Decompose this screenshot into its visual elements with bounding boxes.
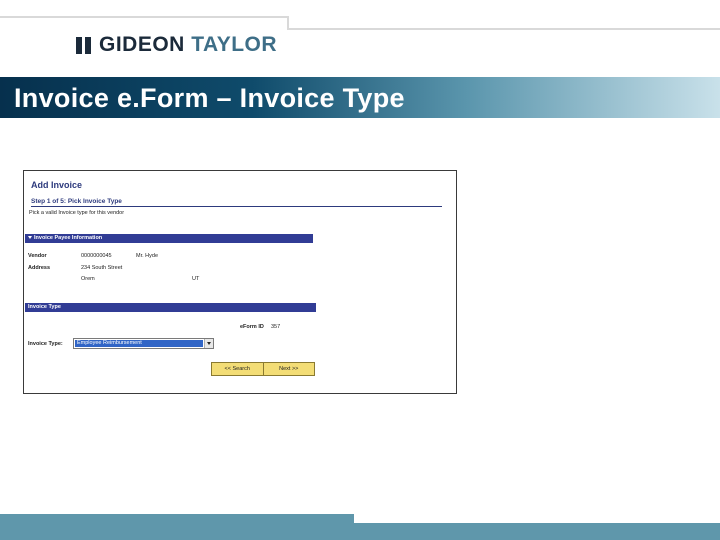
top-line-left xyxy=(0,16,288,18)
vendor-id: 0000000045 xyxy=(81,253,112,259)
logo-text: GIDEON TAYLOR xyxy=(99,33,278,56)
search-button[interactable]: << Search xyxy=(212,363,263,375)
dropdown-arrow-icon[interactable] xyxy=(204,339,213,348)
invoice-type-select[interactable]: Employee Reimbursement xyxy=(73,338,214,349)
footer-bar-right xyxy=(354,523,720,540)
slide-title-bar: Invoice e.Form – Invoice Type xyxy=(0,77,720,118)
invoice-type-label: Invoice Type: xyxy=(28,341,63,347)
payee-section-header[interactable]: Invoice Payee Information xyxy=(25,234,313,243)
address-label: Address xyxy=(28,265,51,271)
invoice-type-selected: Employee Reimbursement xyxy=(75,340,203,347)
collapse-triangle-icon xyxy=(28,236,32,240)
payee-section-title: Invoice Payee Information xyxy=(34,235,103,241)
slide-title: Invoice e.Form – Invoice Type xyxy=(14,83,405,113)
eform-id-label: eForm ID xyxy=(240,324,264,330)
eform-id-value: 357 xyxy=(271,324,281,330)
vendor-name: Mr. Hyde xyxy=(136,253,159,259)
screenshot-frame: Add Invoice Step 1 of 5: Pick Invoice Ty… xyxy=(23,170,457,394)
next-button[interactable]: Next >> xyxy=(262,363,315,375)
gideon-taylor-logo: GIDEON TAYLOR xyxy=(76,33,278,56)
step-title: Step 1 of 5: Pick Invoice Type xyxy=(31,198,122,205)
invoice-type-section-title: Invoice Type xyxy=(28,304,61,310)
page-title: Add Invoice xyxy=(31,180,83,190)
top-line-right xyxy=(287,28,720,30)
navigation-buttons: << Search Next >> xyxy=(211,362,315,376)
instruction-text: Pick a valid Invoice type for this vendo… xyxy=(29,210,125,216)
address-state: UT xyxy=(192,276,200,282)
invoice-type-section-header: Invoice Type xyxy=(25,303,316,312)
logo-mark-icon xyxy=(76,36,91,54)
address-city: Orem xyxy=(81,276,95,282)
step-divider xyxy=(31,206,442,207)
address-line1: 234 South Street xyxy=(81,265,123,271)
vendor-label: Vendor xyxy=(28,253,47,259)
footer-bar-left xyxy=(0,514,354,540)
